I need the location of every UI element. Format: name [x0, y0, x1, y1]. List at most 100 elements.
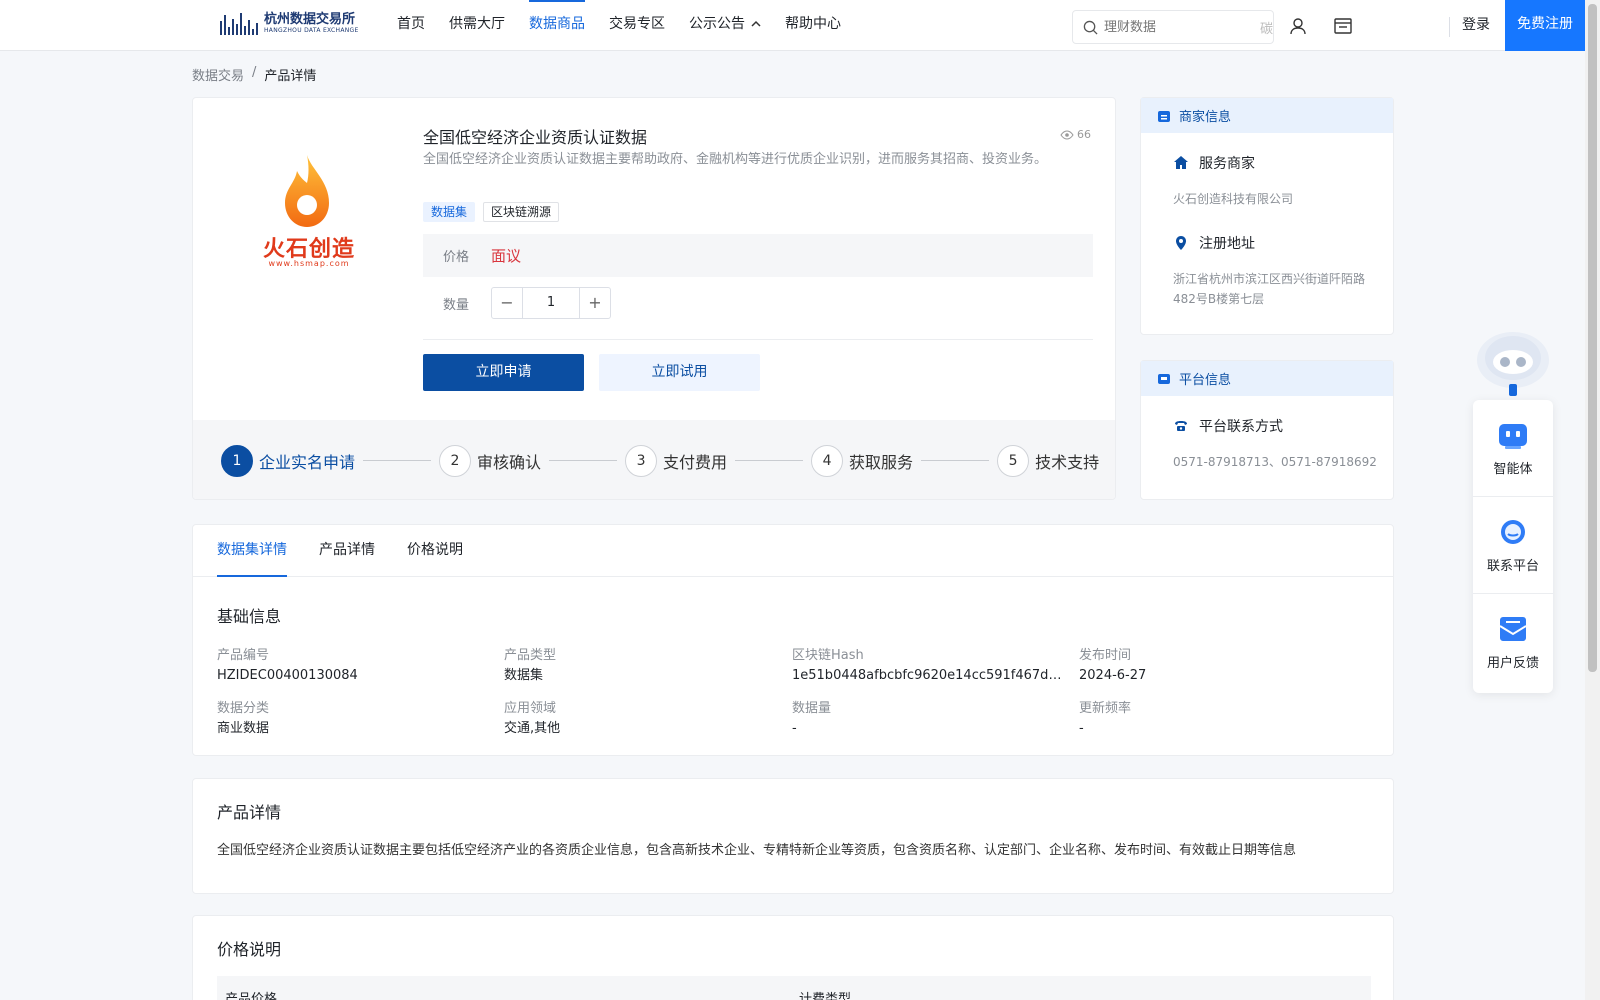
- step-label: 支付费用: [663, 452, 728, 472]
- field-label: 产品类型: [504, 648, 557, 663]
- contact-platform-label: 联系平台: [1486, 558, 1539, 574]
- home-icon: [1174, 156, 1188, 169]
- product-card: 火石创造 www.hsmap.com 全国低空经济企业资质认证数据 66 全国低…: [192, 97, 1116, 500]
- step-5: 5 技术支持: [997, 444, 1100, 477]
- column-product-price: 产品价格: [225, 992, 278, 1000]
- platform-contact-value: 0571-87918713、0571-87918692: [1173, 455, 1377, 469]
- platform-contact-section: 平台联系方式 0571-87918713、0571-87918692: [1141, 416, 1393, 472]
- eye-icon: [1060, 129, 1074, 140]
- try-now-button[interactable]: 立即试用: [599, 354, 760, 391]
- column-billing-type: 计费类型: [799, 992, 852, 1000]
- main-nav: 首页 供需大厅 数据商品 交易专区 公示公告 帮助中心: [385, 0, 853, 51]
- search-box[interactable]: 碳: [1072, 10, 1274, 44]
- nav-supply-demand[interactable]: 供需大厅: [437, 0, 517, 51]
- field-value: 商业数据: [217, 721, 270, 736]
- product-description: 全国低空经济企业资质认证数据主要帮助政府、金融机构等进行优质企业识别，进而服务其…: [423, 152, 1048, 167]
- quantity-row: 数量 − 1 +: [443, 287, 611, 319]
- field-label: 数据分类: [217, 701, 270, 716]
- nav-data-products[interactable]: 数据商品: [517, 0, 597, 51]
- exchange-logo[interactable]: 杭州数据交易所 HANGZHOU DATA EXCHANGE: [220, 12, 359, 35]
- divider: [423, 339, 1093, 340]
- apply-now-button[interactable]: 立即申请: [423, 354, 584, 391]
- headset-icon: [1501, 519, 1525, 544]
- field-value: 1e51b0448afbcbfc9620e14cc591f467da3...: [792, 668, 1064, 683]
- scrollbar-thumb[interactable]: [1588, 4, 1597, 672]
- quantity-input[interactable]: 1: [522, 288, 580, 318]
- price-value: 面议: [491, 247, 522, 265]
- view-count: 66: [1060, 128, 1091, 141]
- view-count-value: 66: [1077, 128, 1091, 141]
- address-title: 注册地址: [1199, 236, 1255, 252]
- quantity-label: 数量: [443, 297, 470, 313]
- step-number: 5: [997, 444, 1030, 477]
- product-title: 全国低空经济企业资质认证数据: [423, 128, 648, 147]
- floating-service-panel: 智能体 联系平台 用户反馈: [1473, 400, 1553, 693]
- dataset-details-card: 数据集详情 产品详情 价格说明 基础信息 产品编号 HZIDEC004001300…: [192, 524, 1394, 756]
- field-label: 发布时间: [1079, 648, 1132, 663]
- nav-help[interactable]: 帮助中心: [773, 0, 853, 51]
- step-number: 4: [811, 444, 844, 477]
- step-label: 获取服务: [849, 452, 914, 472]
- ai-agent-button[interactable]: 智能体: [1473, 400, 1553, 497]
- user-feedback-button[interactable]: 用户反馈: [1473, 594, 1553, 691]
- nav-announcements-label: 公示公告: [689, 16, 745, 32]
- platform-contact-title: 平台联系方式: [1199, 419, 1283, 435]
- field-value: 数据集: [504, 668, 544, 683]
- product-detail-text: 全国低空经济企业资质认证数据主要包括低空经济产业的各资质企业信息，包含高新技术企…: [217, 843, 1297, 858]
- basic-info-grid: 产品编号 HZIDEC00400130084 产品类型 数据集 区块链Hash 1e5…: [217, 647, 1369, 739]
- logo-title: 杭州数据交易所: [264, 12, 356, 27]
- register-button[interactable]: 免费注册: [1505, 0, 1585, 51]
- field-data-category: 数据分类 商业数据: [217, 700, 504, 739]
- tab-product-details[interactable]: 产品详情: [319, 525, 375, 576]
- nav-home[interactable]: 首页: [385, 0, 437, 51]
- price-row: 价格 面议: [423, 234, 1093, 277]
- brand-url: www.hsmap.com: [268, 259, 350, 268]
- tab-dataset-details[interactable]: 数据集详情: [217, 525, 287, 577]
- price-description-title: 价格说明: [217, 940, 282, 959]
- field-label: 应用领域: [504, 701, 557, 716]
- tab-price-description[interactable]: 价格说明: [407, 525, 463, 576]
- platform-info-title: 平台信息: [1179, 373, 1232, 388]
- merchant-info-card: 商家信息 服务商家 火石创造科技有限公司 注册地址 浙江省杭州市滨江区西兴街道阡…: [1140, 97, 1394, 335]
- search-rotating-hint: 碳: [1259, 21, 1273, 37]
- price-description-card: 价格说明 产品价格 计费类型: [192, 915, 1394, 1000]
- decrement-button[interactable]: −: [492, 288, 522, 318]
- field-label: 数据量: [792, 701, 832, 716]
- feedback-icon: [1499, 617, 1527, 641]
- service-merchant-title: 服务商家: [1199, 156, 1255, 172]
- nav-trade-zone[interactable]: 交易专区: [597, 0, 677, 51]
- robot-assistant-icon[interactable]: [1473, 326, 1553, 400]
- chevron-up-icon: [751, 2, 761, 50]
- login-link[interactable]: 登录: [1462, 0, 1490, 51]
- search-input[interactable]: [1104, 19, 1254, 35]
- merchant-info-header: 商家信息: [1141, 98, 1393, 133]
- quantity-stepper: − 1 +: [491, 287, 611, 319]
- phone-icon: [1175, 421, 1187, 431]
- step-connector: [363, 460, 432, 461]
- step-number: 3: [625, 444, 658, 477]
- nav-announcements[interactable]: 公示公告: [677, 0, 773, 51]
- field-label: 更新频率: [1079, 701, 1132, 716]
- user-icon[interactable]: [1288, 16, 1308, 36]
- step-connector: [921, 460, 990, 461]
- increment-button[interactable]: +: [580, 288, 610, 318]
- merchant-icon: [1158, 110, 1170, 122]
- step-label: 技术支持: [1035, 452, 1100, 472]
- field-value: -: [792, 721, 797, 736]
- field-product-type: 产品类型 数据集: [504, 647, 792, 686]
- platform-info-header: 平台信息: [1141, 361, 1393, 396]
- field-application-domain: 应用领域 交通,其他: [504, 700, 792, 739]
- breadcrumb: 数据交易 / 产品详情: [192, 65, 316, 84]
- step-label: 企业实名申请: [259, 452, 356, 472]
- step-1: 1 企业实名申请: [221, 444, 439, 477]
- breadcrumb-root[interactable]: 数据交易: [192, 65, 244, 84]
- field-value: HZIDEC00400130084: [217, 668, 358, 683]
- contact-platform-button[interactable]: 联系平台: [1473, 497, 1553, 594]
- tag-blockchain: 区块链溯源: [483, 202, 560, 222]
- field-data-volume: 数据量 -: [792, 700, 1079, 739]
- store-icon[interactable]: [1333, 16, 1353, 36]
- field-label: 产品编号: [217, 648, 270, 663]
- field-update-frequency: 更新频率 -: [1079, 700, 1379, 739]
- product-image: 火石创造 www.hsmap.com: [259, 153, 359, 283]
- page-scrollbar[interactable]: [1585, 0, 1600, 1000]
